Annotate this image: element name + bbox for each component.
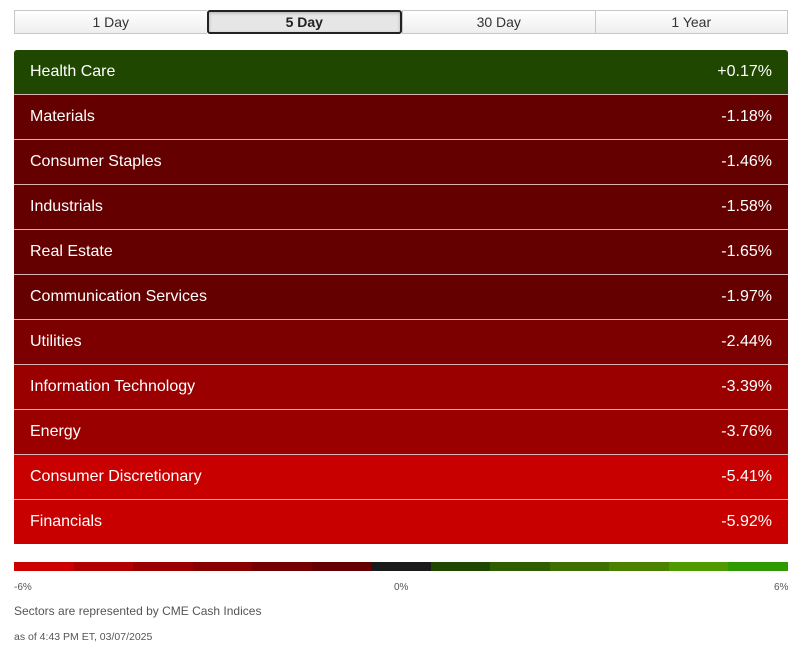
- sector-name: Industrials: [30, 198, 103, 215]
- timeframe-tabs: 1 Day 5 Day 30 Day 1 Year: [14, 10, 788, 34]
- tab-1-day[interactable]: 1 Day: [14, 10, 207, 34]
- tab-5-day[interactable]: 5 Day: [206, 10, 402, 34]
- sector-name: Information Technology: [30, 378, 196, 395]
- color-scale-segment: [668, 562, 729, 571]
- sector-row[interactable]: Consumer Discretionary -5.41%: [14, 455, 788, 500]
- sector-name: Health Care: [30, 63, 116, 80]
- sector-name: Real Estate: [30, 243, 113, 260]
- sector-row[interactable]: Financials -5.92%: [14, 500, 788, 544]
- sector-change-value: -5.92%: [721, 513, 772, 530]
- color-scale-segment: [549, 562, 610, 571]
- scale-max-label: 6%: [774, 582, 789, 593]
- sector-name: Financials: [30, 513, 103, 530]
- sector-change-value: -1.18%: [721, 108, 772, 125]
- sector-row[interactable]: Health Care +0.17%: [14, 50, 788, 95]
- sector-change-value: -1.58%: [721, 198, 772, 215]
- color-scale-bar: [14, 562, 788, 571]
- sector-change-value: -3.39%: [721, 378, 772, 395]
- color-scale-segment: [252, 562, 312, 571]
- color-scale-segment: [371, 562, 431, 571]
- color-scale-segment: [133, 562, 193, 571]
- sector-row[interactable]: Information Technology -3.39%: [14, 365, 788, 410]
- sector-name: Materials: [30, 108, 95, 125]
- sector-row[interactable]: Real Estate -1.65%: [14, 230, 788, 275]
- sector-row[interactable]: Energy -3.76%: [14, 410, 788, 455]
- sector-row[interactable]: Consumer Staples -1.46%: [14, 140, 788, 185]
- color-scale-segment: [311, 562, 372, 571]
- timestamp: as of 4:43 PM ET, 03/07/2025: [14, 631, 153, 643]
- sector-row[interactable]: Utilities -2.44%: [14, 320, 788, 365]
- source-note: Sectors are represented by CME Cash Indi…: [14, 604, 262, 618]
- sector-change-value: -1.65%: [721, 243, 772, 260]
- color-scale-segment: [728, 562, 788, 571]
- sector-change-value: +0.17%: [717, 63, 772, 80]
- color-scale-segment: [609, 562, 669, 571]
- sector-change-value: -1.97%: [721, 288, 772, 305]
- color-scale-segment: [14, 562, 74, 571]
- color-scale-segment: [192, 562, 253, 571]
- sector-name: Consumer Discretionary: [30, 468, 202, 485]
- sector-name: Consumer Staples: [30, 153, 162, 170]
- color-scale-segment: [73, 562, 134, 571]
- scale-mid-label: 0%: [394, 582, 409, 593]
- sector-change-value: -1.46%: [721, 153, 772, 170]
- sector-change-value: -2.44%: [721, 333, 772, 350]
- scale-min-label: -6%: [14, 582, 32, 593]
- sector-performance-table: Health Care +0.17% Materials -1.18% Consumer…: [14, 50, 788, 546]
- tab-30-day[interactable]: 30 Day: [402, 10, 595, 34]
- tab-1-year[interactable]: 1 Year: [594, 10, 788, 34]
- sector-row[interactable]: Materials -1.18%: [14, 95, 788, 140]
- sector-name: Utilities: [30, 333, 82, 350]
- sector-change-value: -3.76%: [721, 423, 772, 440]
- sector-row[interactable]: Communication Services -1.97%: [14, 275, 788, 320]
- sector-name: Energy: [30, 423, 81, 440]
- sector-row[interactable]: Industrials -1.58%: [14, 185, 788, 230]
- color-scale-segment: [430, 562, 491, 571]
- sector-name: Communication Services: [30, 288, 207, 305]
- color-scale-segment: [490, 562, 550, 571]
- sector-change-value: -5.41%: [721, 468, 772, 485]
